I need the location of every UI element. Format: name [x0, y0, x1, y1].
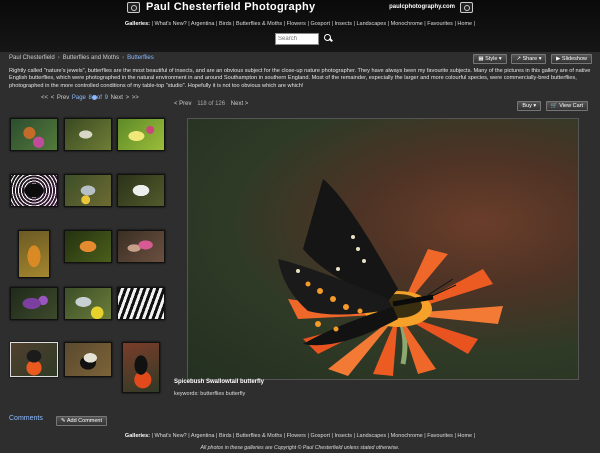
footer-nav-flowers[interactable]: Flowers: [287, 433, 306, 439]
share-icon: ↗: [516, 56, 521, 62]
nav-birds[interactable]: Birds: [219, 21, 232, 27]
nav-gosport[interactable]: Gosport: [310, 21, 330, 27]
breadcrumb-separator: ›: [122, 55, 125, 61]
site-header: Paul Chesterfield Photography paulcphoto…: [0, 0, 600, 52]
pager-page: Page 8: [71, 95, 92, 102]
thumbnail-selected[interactable]: [10, 342, 58, 377]
gallery-toolbar: ▦ Style ▾ ↗ Share ▾ ▶ Slideshow: [470, 54, 592, 64]
keywords-value[interactable]: butterflies butterfly: [200, 391, 245, 397]
play-icon: ▶: [556, 56, 561, 62]
style-label: Style: [485, 56, 498, 62]
footer-nav-home[interactable]: Home: [457, 433, 472, 439]
pager-prev[interactable]: < Prev: [51, 95, 70, 101]
thumbnail[interactable]: [117, 230, 165, 263]
footer-nav-landscapes[interactable]: Landscapes: [356, 433, 386, 439]
thumbnail[interactable]: [10, 174, 58, 207]
share-label: Share: [522, 56, 538, 62]
thumbnail[interactable]: [64, 174, 112, 207]
pager-last[interactable]: >>: [132, 95, 139, 101]
slideshow-button[interactable]: ▶ Slideshow: [551, 54, 592, 64]
photo-next[interactable]: Next >: [231, 101, 249, 107]
chevron-down-icon: ▾: [538, 56, 542, 62]
thumbnail[interactable]: [117, 118, 165, 151]
footer-nav-gosport[interactable]: Gosport: [310, 433, 330, 439]
title-row: Paul Chesterfield Photography paulcphoto…: [0, 1, 600, 13]
thumbnail[interactable]: [18, 230, 50, 278]
gallery-description: Rightly called "nature's jewels", butter…: [9, 68, 591, 89]
breadcrumb-home[interactable]: Paul Chesterfield: [9, 55, 55, 61]
galleries-label: Galleries:: [124, 433, 150, 439]
keywords-label: keywords:: [174, 391, 199, 397]
add-comment-label: Add Comment: [66, 418, 102, 424]
share-button[interactable]: ↗ Share ▾: [511, 54, 547, 64]
footer-nav-favourites[interactable]: Favourites: [427, 433, 453, 439]
photo-caption: Spicebush Swallowtail butterfly: [174, 379, 265, 385]
chevron-down-icon: ▾: [498, 56, 502, 62]
breadcrumb-separator: ›: [57, 55, 60, 61]
thumbnail[interactable]: [117, 287, 165, 320]
cart-label: View Cart: [559, 103, 583, 109]
footer-nav-butterflies-moths[interactable]: Butterflies & Moths: [236, 433, 282, 439]
pager-next[interactable]: Next >: [111, 95, 130, 101]
thumbnail[interactable]: [117, 174, 165, 207]
add-comment-wrap: ✎ Add Comment: [53, 416, 107, 426]
thumbnail[interactable]: [64, 230, 112, 263]
footer-nav: Galleries: | What's New? | Argentina | B…: [124, 433, 476, 439]
site-title[interactable]: Paul Chesterfield Photography: [146, 1, 315, 13]
galleries-label: Galleries:: [124, 21, 150, 27]
camera-icon: [127, 1, 141, 13]
slideshow-label: Slideshow: [561, 56, 587, 62]
buy-label: Buy: [522, 103, 532, 109]
footer-nav-monochrome[interactable]: Monochrome: [391, 433, 423, 439]
top-nav: Galleries: | What's New? | Argentina | B…: [124, 21, 476, 27]
breadcrumb-current[interactable]: Butterflies: [127, 55, 154, 61]
breadcrumb: Paul Chesterfield › Butterflies and Moths ›…: [9, 55, 154, 61]
thumbnail[interactable]: [64, 287, 112, 320]
pager-of: of 9: [96, 95, 108, 102]
search-icon[interactable]: [323, 33, 333, 43]
nav-argentina[interactable]: Argentina: [191, 21, 215, 27]
grid-icon: ▦: [478, 56, 484, 62]
photo-count: 118 of 126: [197, 101, 226, 107]
nav-favourites[interactable]: Favourites: [427, 21, 453, 27]
thumbnail[interactable]: [122, 342, 160, 393]
camera-icon: [459, 1, 473, 13]
nav-flowers[interactable]: Flowers: [287, 21, 306, 27]
cart-icon: 🛒: [550, 103, 558, 109]
nav-insects[interactable]: Insects: [335, 21, 352, 27]
thumbnail-pager: << < Prev Page 8 of 9 Next > >>: [41, 95, 139, 101]
nav-monochrome[interactable]: Monochrome: [391, 21, 423, 27]
copyright-notice: All photos in these galleries are Copyri…: [200, 445, 400, 451]
thumbnail[interactable]: [10, 118, 58, 151]
thumbnail[interactable]: [64, 342, 112, 377]
search-input[interactable]: [275, 33, 319, 45]
view-cart-button[interactable]: 🛒 View Cart: [545, 101, 588, 111]
nav-whats-new[interactable]: What's New?: [155, 21, 187, 27]
pager-first[interactable]: <<: [41, 95, 48, 101]
photo-prev[interactable]: < Prev: [174, 101, 192, 107]
footer-nav-birds[interactable]: Birds: [219, 433, 232, 439]
search-row: [275, 33, 333, 45]
nav-home[interactable]: Home: [457, 21, 472, 27]
butterfly-illustration: [278, 179, 503, 376]
footer-nav-insects[interactable]: Insects: [335, 433, 352, 439]
add-comment-button[interactable]: ✎ Add Comment: [56, 416, 107, 426]
breadcrumb-category[interactable]: Butterflies and Moths: [63, 55, 119, 61]
comment-icon: ✎: [61, 418, 66, 424]
chevron-down-icon: ▾: [533, 103, 537, 109]
thumbnail[interactable]: [64, 118, 112, 151]
site-url[interactable]: paulcphotography.com: [389, 4, 455, 10]
main-photo[interactable]: [187, 118, 579, 380]
nav-landscapes[interactable]: Landscapes: [356, 21, 386, 27]
photo-nav: < Prev 118 of 126 Next >: [174, 101, 248, 107]
footer-nav-argentina[interactable]: Argentina: [191, 433, 215, 439]
buy-button[interactable]: Buy ▾: [517, 101, 542, 111]
comments-heading: Comments: [9, 415, 43, 422]
nav-butterflies-moths[interactable]: Butterflies & Moths: [236, 21, 282, 27]
style-button[interactable]: ▦ Style ▾: [473, 54, 507, 64]
footer-nav-whats-new[interactable]: What's New?: [155, 433, 187, 439]
thumbnail[interactable]: [10, 287, 58, 320]
photo-toolbar: Buy ▾ 🛒 View Cart: [514, 101, 588, 111]
photo-keywords: keywords: butterflies butterfly: [174, 391, 245, 397]
